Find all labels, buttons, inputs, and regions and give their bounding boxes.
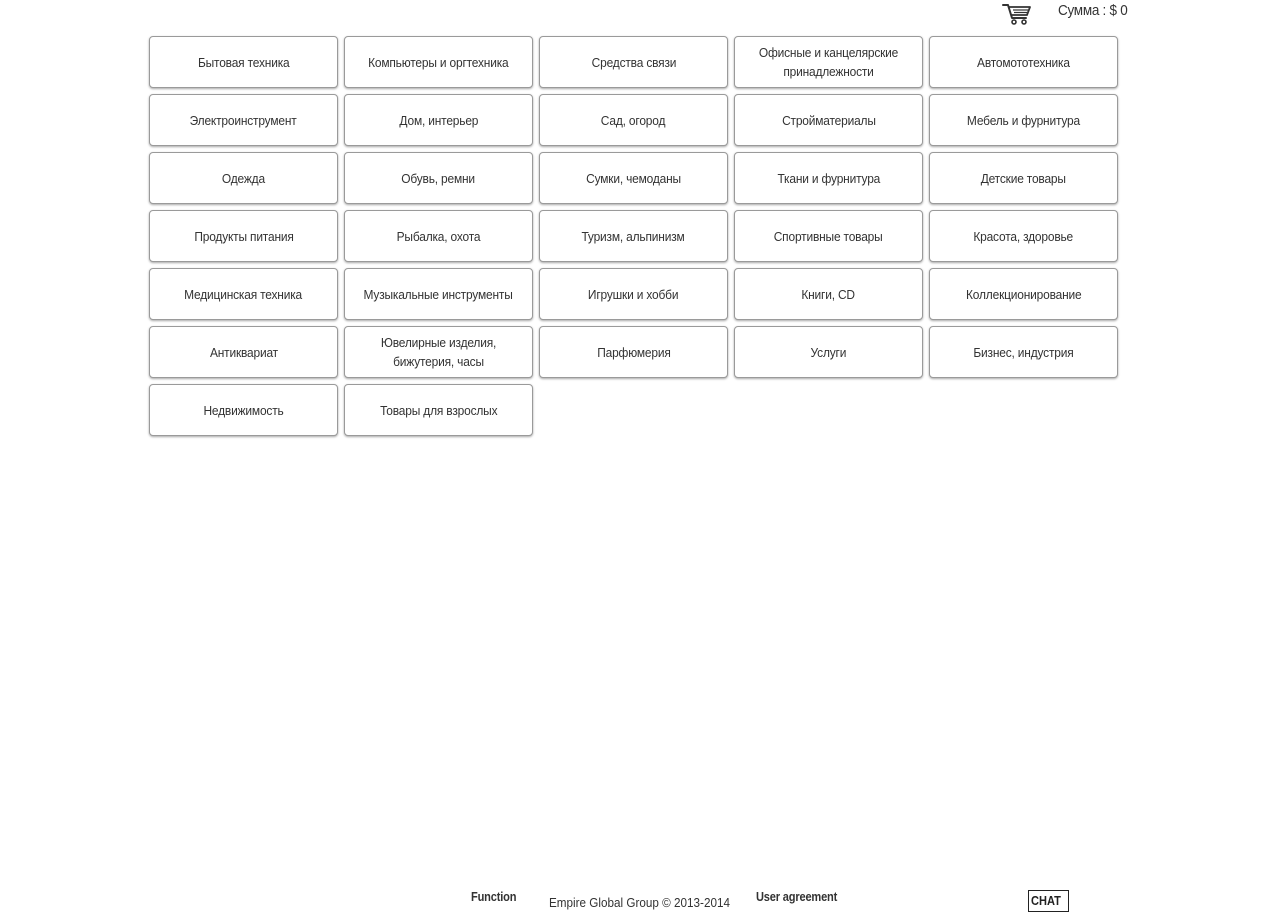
category-label: Компьютеры и оргтехника [368, 54, 509, 70]
category-label: Электроинструмент [190, 112, 297, 128]
category-label: Офисные и канцелярские принадлежности [758, 45, 899, 79]
category-button[interactable]: Коллекционирование [929, 268, 1118, 320]
category-button[interactable]: Услуги [734, 326, 923, 378]
category-button[interactable]: Средства связи [539, 36, 728, 88]
category-button[interactable]: Обувь, ремни [344, 152, 533, 204]
category-button[interactable]: Бытовая техника [149, 36, 338, 88]
category-button[interactable]: Автомототехника [929, 36, 1118, 88]
category-label: Бизнес, индустрия [973, 344, 1074, 360]
category-button[interactable]: Сад, огород [539, 94, 728, 146]
category-label: Обувь, ремни [401, 170, 476, 186]
category-button[interactable]: Сумки, чемоданы [539, 152, 728, 204]
category-label: Спортивные товары [774, 228, 883, 244]
category-grid: Бытовая техника Компьютеры и оргтехника Ср… [149, 36, 1118, 436]
category-button[interactable]: Рыбалка, охота [344, 210, 533, 262]
shopping-cart-icon [1002, 4, 1031, 25]
category-label: Рыбалка, охота [396, 228, 481, 244]
category-button[interactable]: Туризм, альпинизм [539, 210, 728, 262]
cart-sum: Сумма : $ 0 [1058, 2, 1128, 19]
category-label: Антиквариат [209, 344, 278, 360]
category-label: Услуги [810, 344, 847, 360]
category-button[interactable]: Офисные и канцелярские принадлежности [734, 36, 923, 88]
category-label: Детские товары [980, 170, 1067, 186]
category-label: Ткани и фурнитура [777, 170, 880, 186]
category-button[interactable]: Дом, интерьер [344, 94, 533, 146]
category-label: Дом, интерьер [399, 112, 478, 128]
category-button[interactable]: Ювелирные изделия, бижутерия, часы [344, 326, 533, 378]
category-label: Товары для взрослых [379, 402, 498, 418]
cart-button[interactable] [1002, 2, 1032, 26]
category-label: Туризм, альпинизм [581, 228, 686, 244]
category-button[interactable]: Компьютеры и оргтехника [344, 36, 533, 88]
category-button[interactable]: Парфюмерия [539, 326, 728, 378]
category-label: Сад, огород [601, 112, 666, 128]
category-label: Медицинская техника [184, 286, 303, 302]
category-button[interactable]: Ткани и фурнитура [734, 152, 923, 204]
category-button[interactable]: Детские товары [929, 152, 1118, 204]
category-button[interactable]: Продукты питания [149, 210, 338, 262]
category-button[interactable]: Товары для взрослых [344, 384, 533, 436]
category-button[interactable]: Спортивные товары [734, 210, 923, 262]
category-label: Стройматериалы [781, 112, 876, 128]
category-label: Мебель и фурнитура [966, 112, 1081, 128]
category-button[interactable]: Мебель и фурнитура [929, 94, 1118, 146]
category-label: Одежда [221, 170, 266, 186]
category-button[interactable]: Антиквариат [149, 326, 338, 378]
category-button[interactable]: Книги, CD [734, 268, 923, 320]
category-label: Средства связи [591, 54, 676, 70]
copyright: Empire Global Group © 2013-2014 [549, 895, 730, 910]
chat-label: CHAT [1031, 893, 1061, 908]
category-label: Книги, CD [801, 286, 856, 302]
category-label: Коллекционирование [965, 286, 1082, 302]
category-button[interactable]: Бизнес, индустрия [929, 326, 1118, 378]
category-button[interactable]: Музыкальные инструменты [344, 268, 533, 320]
category-label: Красота, здоровье [973, 228, 1074, 244]
category-label: Ювелирные изделия, бижутерия, часы [380, 335, 497, 369]
category-label: Сумки, чемоданы [586, 170, 681, 186]
function-link[interactable]: Function [471, 889, 516, 904]
category-label: Продукты питания [193, 228, 294, 244]
category-label: Недвижимость [203, 402, 284, 418]
category-label: Игрушки и хобби [588, 286, 679, 302]
chat-button[interactable]: CHAT [1028, 890, 1070, 912]
category-button[interactable]: Стройматериалы [734, 94, 923, 146]
category-button[interactable]: Медицинская техника [149, 268, 338, 320]
category-button[interactable]: Недвижимость [149, 384, 338, 436]
category-button[interactable]: Игрушки и хобби [539, 268, 728, 320]
category-label: Музыкальные инструменты [363, 286, 514, 302]
category-label: Парфюмерия [596, 344, 671, 360]
category-button[interactable]: Красота, здоровье [929, 210, 1118, 262]
category-label: Бытовая техника [197, 54, 290, 70]
category-button[interactable]: Одежда [149, 152, 338, 204]
user-agreement-link[interactable]: User agreement [756, 889, 837, 904]
category-button[interactable]: Электроинструмент [149, 94, 338, 146]
category-label: Автомототехника [977, 54, 1070, 70]
